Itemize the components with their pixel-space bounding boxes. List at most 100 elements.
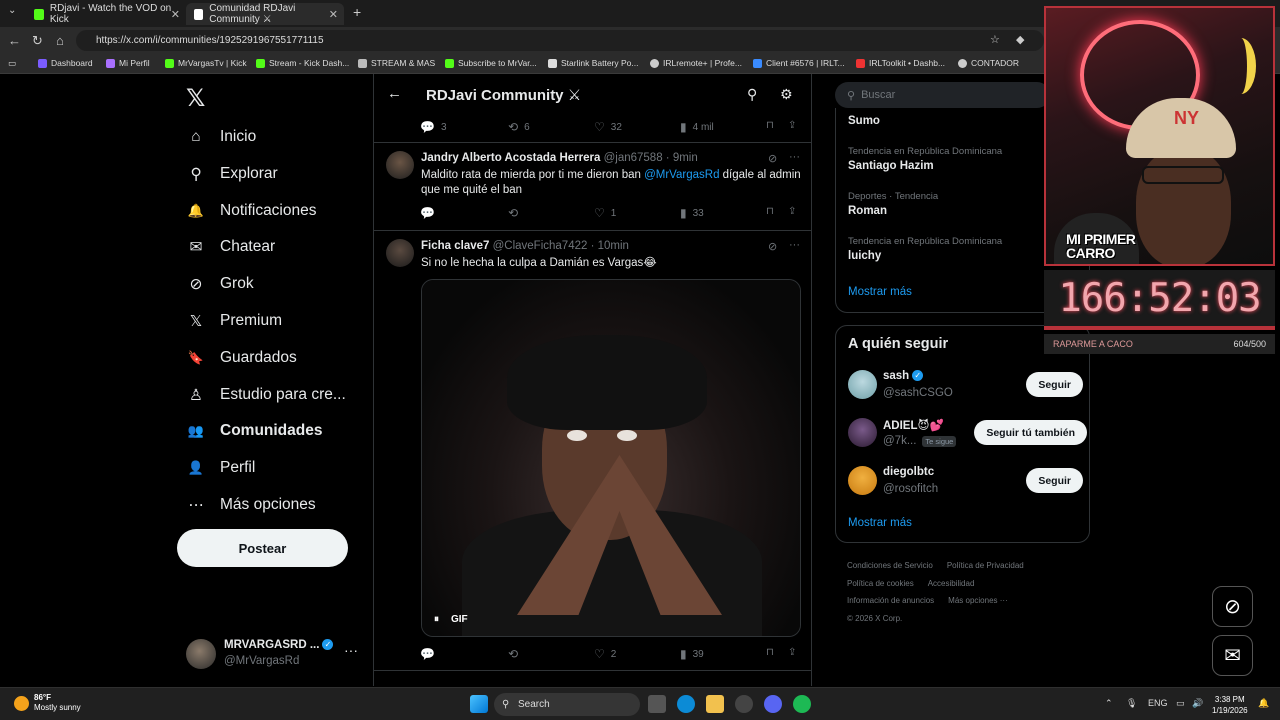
repost-button[interactable]: ⟲ <box>508 647 524 661</box>
discord-icon[interactable] <box>764 695 782 713</box>
bookmark-item[interactable]: Client #6576 | IRLT... <box>753 58 845 68</box>
sidebar-item-explorar[interactable]: ⚲ Explorar <box>186 159 277 189</box>
footer-link[interactable]: Política de Privacidad <box>947 561 1024 570</box>
show-more-link[interactable]: Mostrar más <box>848 286 912 298</box>
bookmark-item[interactable]: IRLremote+ | Profe... <box>650 58 742 68</box>
favorites-icon[interactable]: ☆ <box>990 33 1000 46</box>
share-icon[interactable]: ⇪ <box>788 647 796 658</box>
sidebar-item-notificaciones[interactable]: 🔔 Notificaciones <box>186 196 317 226</box>
like-button[interactable]: ♡ 1 <box>594 206 616 220</box>
pause-icon[interactable]: ⏸ <box>434 614 439 625</box>
footer-link[interactable]: Más opciones ··· <box>948 596 1008 605</box>
edge-icon[interactable] <box>677 695 695 713</box>
views-button[interactable]: ▮ 4 mil <box>680 120 714 134</box>
back-icon[interactable]: ← <box>8 33 21 48</box>
windows-start-icon[interactable] <box>470 695 488 713</box>
follow-suggestion[interactable]: diegolbtc @rosofitch Seguir <box>848 464 1083 500</box>
show-more-link[interactable]: Mostrar más <box>848 517 912 529</box>
bookmark-item[interactable]: Starlink Battery Po... <box>548 58 638 68</box>
reply-button[interactable]: 💬 <box>420 647 441 661</box>
close-icon[interactable]: ✕ <box>329 8 338 21</box>
trend-item[interactable]: Sumo <box>848 115 880 127</box>
follow-back-button[interactable]: Seguir tú también <box>974 420 1087 445</box>
bookmark-item[interactable]: STREAM & MAS <box>358 58 435 68</box>
reply-button[interactable]: 💬 3 <box>420 120 447 134</box>
search-input[interactable]: ⚲ Buscar <box>835 82 1050 108</box>
reply-button[interactable]: 💬 <box>420 206 441 220</box>
bookmark-item[interactable]: Mi Perfil <box>106 58 150 68</box>
mention-link[interactable]: @MrVargasRd <box>644 169 719 181</box>
more-icon[interactable]: ··· <box>344 642 358 658</box>
notifications-icon[interactable]: 🔔 <box>1258 698 1269 709</box>
account-switcher[interactable]: MRVARGASRD ... ✓ @MrVargasRd ··· <box>186 636 361 676</box>
gear-icon[interactable]: ⚙ <box>780 86 793 103</box>
sidebar-item-mas-opciones[interactable]: ⋯ Más opciones <box>186 490 315 520</box>
bookmarks-menu-icon[interactable]: ▭ <box>8 58 16 69</box>
views-button[interactable]: ▮ 33 <box>680 206 704 220</box>
sidebar-item-estudio[interactable]: ♙ Estudio para cre... <box>186 380 346 410</box>
back-arrow-icon[interactable]: ← <box>387 85 402 102</box>
post[interactable]: Ficha clave7 @ClaveFicha7422 · 10min ⊘ ·… <box>374 231 811 671</box>
tab-kick-vod[interactable]: RDjavi - Watch the VOD on Kick ✕ <box>26 3 186 25</box>
gif-media[interactable]: ⏸ GIF <box>421 279 801 637</box>
grok-button[interactable]: ⊘ <box>1212 586 1253 627</box>
footer-link[interactable]: Política de cookies <box>847 579 914 588</box>
trend-item[interactable]: Tendencia en República Dominicana Santia… <box>848 146 1002 172</box>
post[interactable]: Jandry Alberto Acostada Herrera @jan6758… <box>374 143 811 230</box>
sidebar-item-grok[interactable]: ⊘ Grok <box>186 269 254 299</box>
new-tab-icon[interactable]: + <box>353 4 361 20</box>
share-icon[interactable]: ⇪ <box>788 120 796 131</box>
extensions-icon[interactable]: ◆ <box>1016 33 1024 46</box>
url-field[interactable]: https://x.com/i/communities/192529196755… <box>76 30 1044 51</box>
mic-icon[interactable]: 🎙 <box>1126 698 1137 709</box>
clock[interactable]: 3:38 PM 1/19/2026 <box>1212 694 1248 716</box>
language-indicator[interactable]: ENG <box>1148 698 1168 708</box>
bookmark-icon[interactable]: ⊓ <box>766 120 774 131</box>
follow-button[interactable]: Seguir <box>1026 372 1083 397</box>
search-icon[interactable]: ⚲ <box>747 86 757 103</box>
spotify-icon[interactable] <box>793 695 811 713</box>
tray-chevron-icon[interactable]: ⌃ <box>1105 698 1113 709</box>
file-explorer-icon[interactable] <box>706 695 724 713</box>
share-icon[interactable]: ⇪ <box>788 206 796 217</box>
bookmark-icon[interactable]: ⊓ <box>766 647 774 658</box>
like-button[interactable]: ♡ 32 <box>594 120 622 134</box>
sidebar-item-chatear[interactable]: ✉ Chatear <box>186 232 276 262</box>
close-icon[interactable]: ✕ <box>171 8 180 21</box>
bookmark-item[interactable]: IRLToolkit • Dashb... <box>856 58 945 68</box>
post-button[interactable]: Postear <box>177 529 348 567</box>
reload-icon[interactable]: ↻ <box>32 33 43 49</box>
grok-icon[interactable]: ⊘ <box>768 152 777 165</box>
bookmark-item[interactable]: Stream - Kick Dash... <box>256 58 349 68</box>
follow-suggestion[interactable]: ADIEL😈💕 @7k... Te sigue Seguir tú también <box>848 416 1087 452</box>
settings-app-icon[interactable] <box>735 695 753 713</box>
footer-link[interactable]: Información de anuncios <box>847 596 934 605</box>
volume-icon[interactable]: 🔊 <box>1192 698 1203 709</box>
footer-link[interactable]: Accesibilidad <box>928 579 975 588</box>
bookmark-item[interactable]: Dashboard <box>38 58 93 68</box>
bookmark-item[interactable]: MrVargasTv | Kick <box>165 58 247 68</box>
trend-item[interactable]: Tendencia en República Dominicana luichy <box>848 236 1002 262</box>
bookmark-icon[interactable]: ⊓ <box>766 206 774 217</box>
trend-item[interactable]: Deportes · Tendencia Roman <box>848 191 938 217</box>
more-icon[interactable]: ··· <box>789 239 800 251</box>
grok-icon[interactable]: ⊘ <box>768 240 777 253</box>
x-logo-icon[interactable]: 𝕏 <box>186 84 205 113</box>
like-button[interactable]: ♡ 2 <box>594 647 616 661</box>
follow-suggestion[interactable]: sash ✓ @sashCSGO Seguir <box>848 368 1083 404</box>
sidebar-item-inicio[interactable]: ⌂ Inicio <box>186 122 256 152</box>
sidebar-item-comunidades[interactable]: 👥 Comunidades <box>186 416 323 446</box>
sidebar-item-guardados[interactable]: 🔖 Guardados <box>186 343 297 373</box>
bookmark-item[interactable]: CONTADOR <box>958 58 1019 68</box>
views-button[interactable]: ▮ 39 <box>680 647 704 661</box>
repost-button[interactable]: ⟲ <box>508 206 524 220</box>
bookmark-item[interactable]: Subscribe to MrVar... <box>445 58 537 68</box>
sidebar-item-perfil[interactable]: 👤 Perfil <box>186 453 255 483</box>
tab-list-icon[interactable]: ⌄ <box>8 5 16 16</box>
messages-button[interactable]: ✉ <box>1212 635 1253 676</box>
taskbar-search[interactable]: ⚲ Search <box>494 693 640 716</box>
footer-link[interactable]: Condiciones de Servicio <box>847 561 933 570</box>
tab-community[interactable]: Comunidad RDJavi Community ⚔ ✕ <box>186 3 344 25</box>
weather-widget[interactable]: 86°F Mostly sunny <box>14 693 81 713</box>
home-icon[interactable]: ⌂ <box>56 33 64 48</box>
